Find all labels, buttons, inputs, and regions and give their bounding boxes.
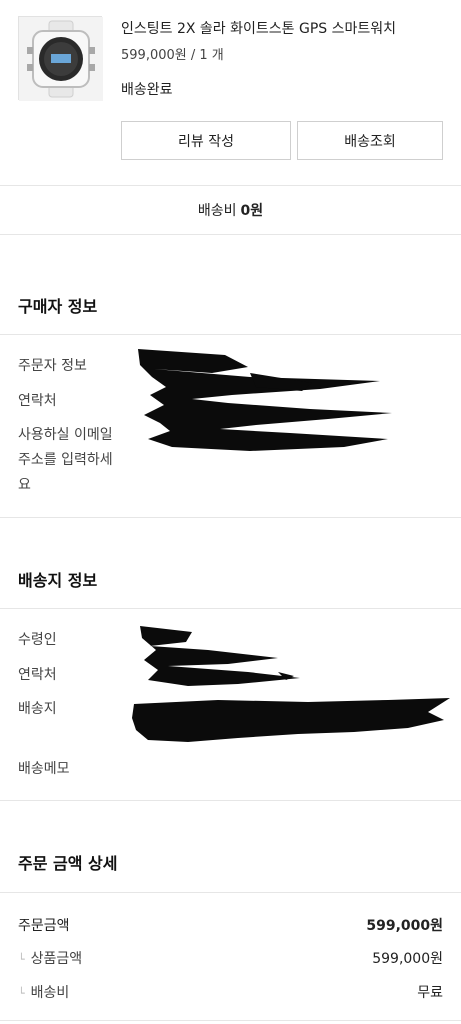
- shipping-fee-label: 배송비: [197, 203, 237, 219]
- shipping-fee-summary: 배송비 0원: [0, 186, 461, 234]
- shipping-amount-row: └ 배송비 무료: [18, 981, 443, 1003]
- shipping-amount-label: 배송비: [30, 985, 70, 1001]
- product-price-quantity: 599,000원 / 1 개: [121, 48, 224, 63]
- divider: [0, 1020, 461, 1021]
- write-review-button[interactable]: 리뷰 작성: [121, 121, 291, 160]
- sub-item-corner-icon: └: [18, 953, 25, 966]
- delivery-memo-label: 배송메모: [18, 761, 70, 777]
- email-label-line-2: 주소를 입력하세: [18, 452, 113, 468]
- order-amount-title: 주문 금액 상세: [18, 854, 118, 873]
- shipping-fee-value: 0원: [240, 203, 264, 219]
- product-thumbnail[interactable]: [18, 16, 103, 101]
- recipient-label: 수령인: [18, 632, 57, 648]
- email-label-line-1: 사용하실 이메일: [18, 427, 113, 443]
- redaction-mark: [132, 626, 450, 742]
- order-product-card: 인스팅트 2X 솔라 화이트스톤 GPS 스마트워치 599,000원 / 1 …: [0, 0, 461, 185]
- product-amount-row: └ 상품금액 599,000원: [18, 947, 443, 969]
- product-amount-label: 상품금액: [30, 951, 83, 967]
- product-name[interactable]: 인스팅트 2X 솔라 화이트스톤 GPS 스마트워치: [121, 18, 396, 38]
- order-total-label: 주문금액: [18, 918, 70, 934]
- email-label-line-3: 요: [18, 477, 31, 493]
- delivery-contact-label: 연락처: [18, 667, 57, 683]
- divider: [0, 334, 461, 335]
- delivery-address-label: 배송지: [18, 701, 57, 717]
- buyer-contact-label: 연락처: [18, 393, 57, 409]
- order-total-value: 599,000원: [366, 918, 443, 934]
- redaction-mark: [138, 349, 392, 451]
- order-total-row: 주문금액 599,000원: [18, 914, 443, 936]
- delivery-info-title: 배송지 정보: [18, 571, 98, 590]
- shipping-amount-value: 무료: [417, 985, 443, 1001]
- orderer-label: 주문자 정보: [18, 358, 87, 374]
- divider: [0, 608, 461, 609]
- sub-item-corner-icon: └: [18, 987, 25, 1000]
- buyer-info-title: 구매자 정보: [18, 297, 98, 316]
- watch-image: [19, 17, 103, 101]
- divider: [0, 517, 461, 518]
- divider: [0, 234, 461, 235]
- product-amount-value: 599,000원: [372, 951, 443, 967]
- track-delivery-button[interactable]: 배송조회: [297, 121, 443, 160]
- divider: [0, 800, 461, 801]
- divider: [0, 892, 461, 893]
- delivery-status: 배송완료: [121, 82, 173, 98]
